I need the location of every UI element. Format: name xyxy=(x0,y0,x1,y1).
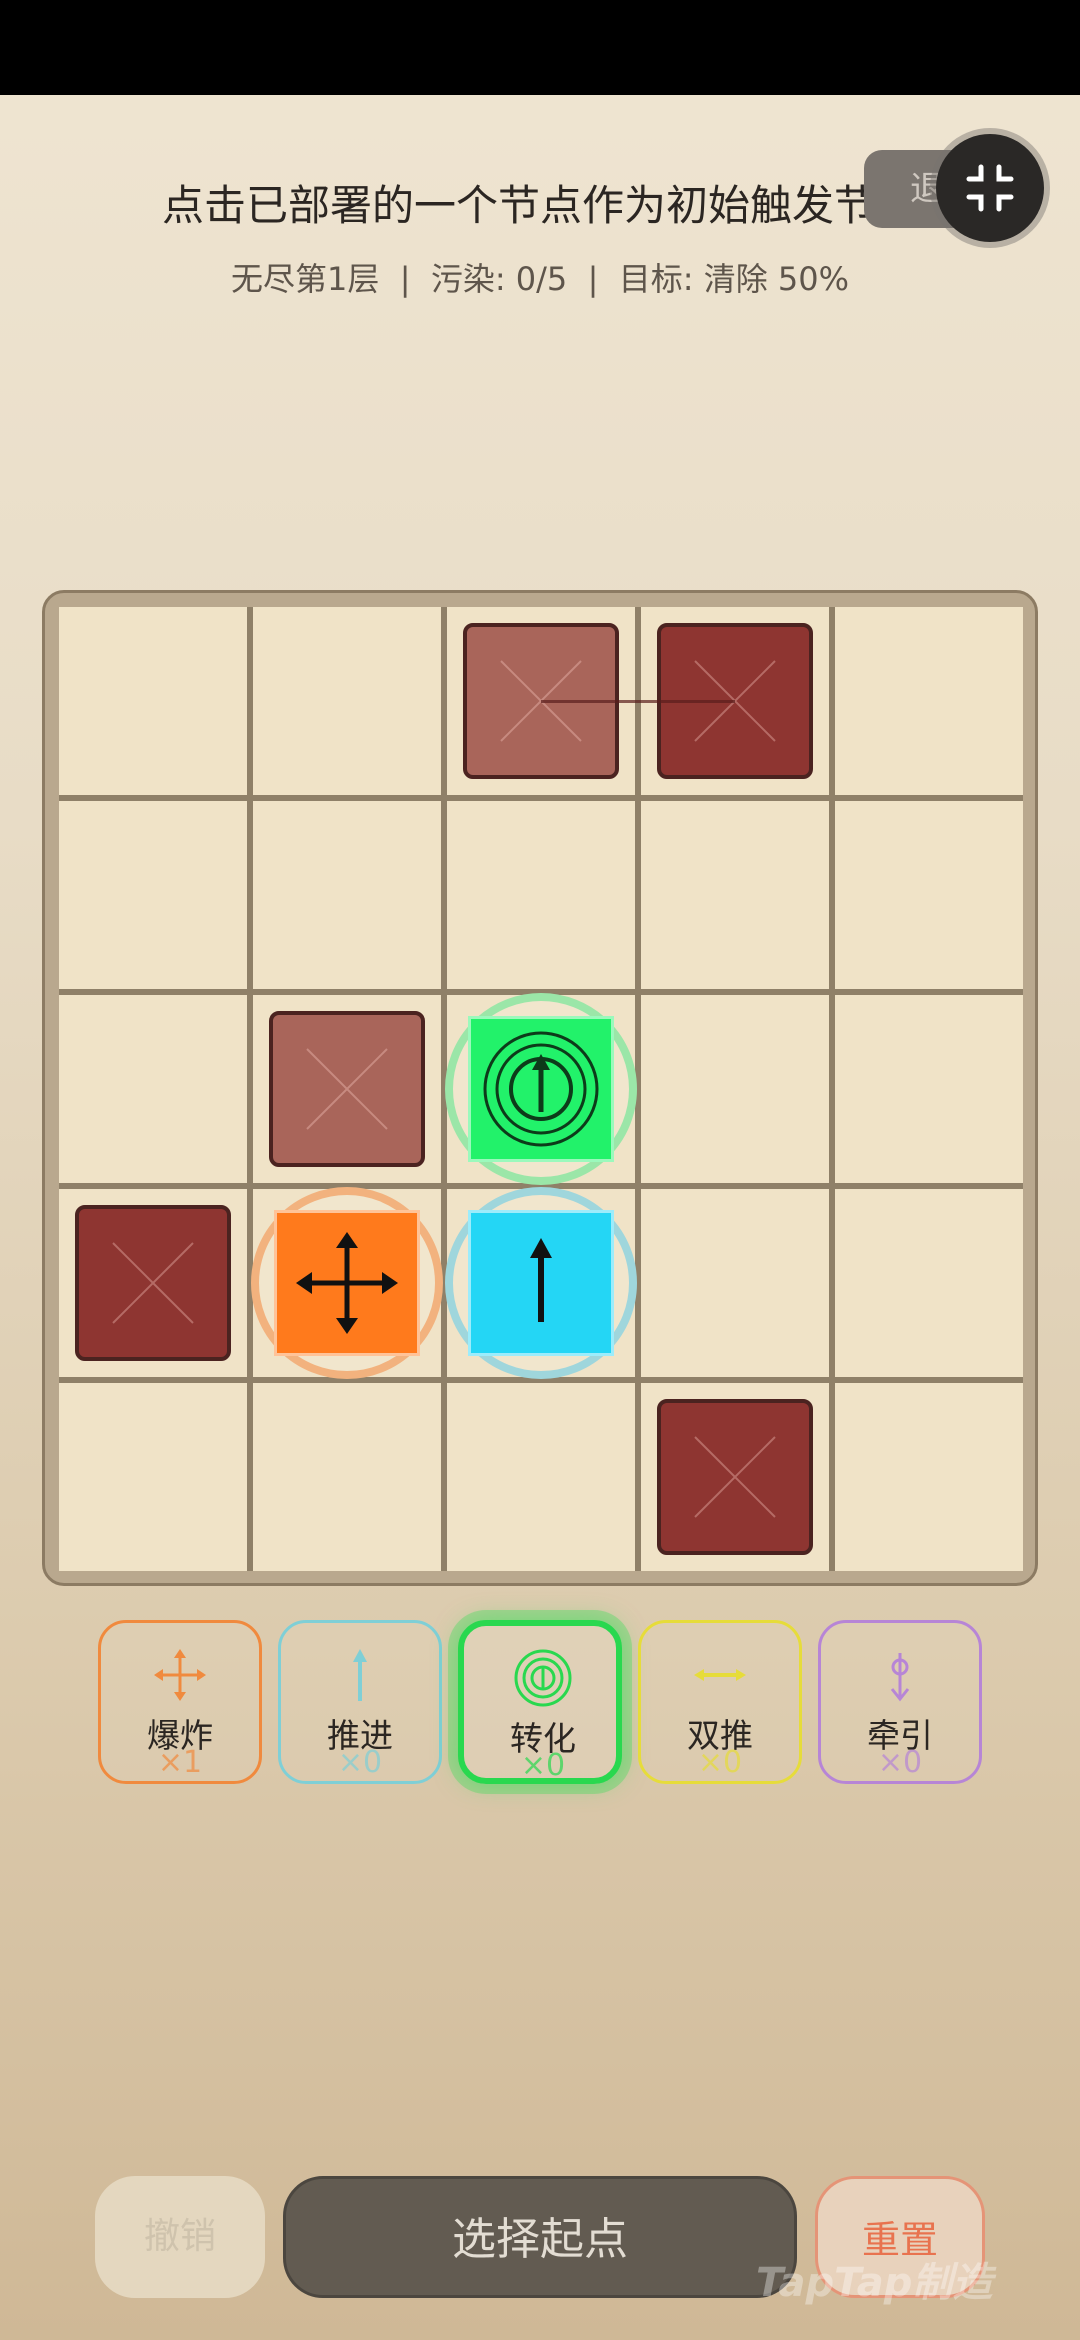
tool-count: ×0 xyxy=(697,1745,743,1780)
board-cell[interactable] xyxy=(835,607,1023,795)
board-cell[interactable] xyxy=(59,607,247,795)
tool-pull[interactable]: 牵引 ×0 xyxy=(818,1620,982,1784)
board-grid xyxy=(59,607,1023,1571)
tool-count: ×0 xyxy=(877,1745,923,1780)
collapse-fullscreen-button[interactable] xyxy=(936,134,1044,242)
node-toolbar: 爆炸 ×1 推进 ×0 转化 ×0 双推 ×0 牵引 ×0 xyxy=(0,1620,1080,1790)
tool-double-push[interactable]: 双推 ×0 xyxy=(638,1620,802,1784)
tool-push-icon xyxy=(353,1649,367,1701)
board-cell[interactable] xyxy=(59,1383,247,1571)
board-cell[interactable] xyxy=(835,995,1023,1183)
select-start-button[interactable]: 选择起点 xyxy=(283,2176,797,2298)
tool-double-push-icon xyxy=(694,1669,746,1681)
block-link-line xyxy=(541,700,735,703)
level-status: 无尽第1层 | 污染: 0/5 | 目标: 清除 50% xyxy=(230,260,849,298)
pollution-block xyxy=(75,1205,231,1361)
board-cell[interactable] xyxy=(447,801,635,989)
push-node[interactable] xyxy=(468,1210,614,1356)
tool-explode-icon xyxy=(154,1649,206,1701)
game-board xyxy=(42,590,1038,1586)
pollution-block xyxy=(269,1011,425,1167)
board-cell[interactable] xyxy=(835,1383,1023,1571)
board-cell[interactable] xyxy=(835,1189,1023,1377)
tool-convert[interactable]: 转化 ×0 xyxy=(458,1620,622,1784)
tool-count: ×0 xyxy=(520,1748,566,1783)
convert-icon xyxy=(483,1031,599,1147)
board-cell[interactable] xyxy=(253,801,441,989)
tool-count: ×1 xyxy=(157,1745,203,1780)
undo-button[interactable]: 撤销 xyxy=(95,2176,265,2298)
status-bar xyxy=(0,0,1080,95)
board-cell[interactable] xyxy=(641,801,829,989)
board-cell[interactable] xyxy=(835,801,1023,989)
tool-push[interactable]: 推进 ×0 xyxy=(278,1620,442,1784)
convert-node[interactable] xyxy=(468,1016,614,1162)
board-cell[interactable] xyxy=(447,1383,635,1571)
board-cell[interactable] xyxy=(641,995,829,1183)
tool-pull-icon xyxy=(890,1653,910,1702)
board-cell[interactable] xyxy=(253,607,441,795)
collapse-icon xyxy=(966,164,1014,212)
board-cell[interactable] xyxy=(59,801,247,989)
taptap-watermark: TapTap制造 xyxy=(756,2260,993,2306)
tool-count: ×0 xyxy=(337,1745,383,1780)
board-cell[interactable] xyxy=(253,1383,441,1571)
board-cell[interactable] xyxy=(641,1189,829,1377)
explode-node[interactable] xyxy=(274,1210,420,1356)
tool-convert-icon xyxy=(514,1649,572,1707)
push-icon xyxy=(530,1238,552,1322)
explode-icon xyxy=(296,1232,398,1334)
pollution-block xyxy=(657,1399,813,1555)
board-cell[interactable] xyxy=(59,995,247,1183)
tool-explode[interactable]: 爆炸 ×1 xyxy=(98,1620,262,1784)
